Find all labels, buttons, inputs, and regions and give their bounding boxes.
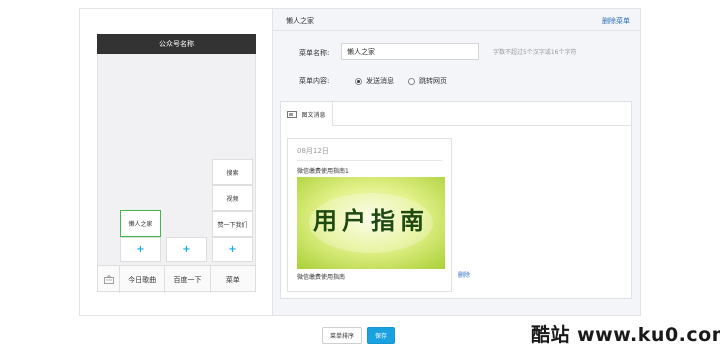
news-title: 微信缴费使用指南1 bbox=[297, 168, 349, 175]
radio-send-label: 发送消息 bbox=[366, 77, 394, 85]
add-submenu-button[interactable]: + bbox=[212, 237, 253, 262]
radio-send-message[interactable]: 发送消息 bbox=[355, 76, 394, 86]
radio-checked-icon[interactable] bbox=[355, 77, 362, 85]
submenu-item-like[interactable]: 赞一下我们 bbox=[212, 211, 253, 237]
news-card[interactable]: 08月12日 微信缴费使用指南1 用户指南 微信缴费使用指南 bbox=[287, 138, 452, 292]
radio-jump-label: 跳转网页 bbox=[419, 77, 447, 85]
news-cover-image: 用户指南 bbox=[297, 177, 445, 269]
settings-title: 懒人之家 bbox=[286, 17, 314, 25]
delete-news-link[interactable]: 删除 bbox=[458, 270, 470, 279]
tab-news[interactable]: 图文消息 bbox=[281, 102, 333, 126]
menu-settings-panel: 懒人之家 删除菜单 菜单名称: 字数不超过5个汉字或16个字符 菜单内容: 发送… bbox=[273, 9, 640, 315]
save-button[interactable]: 保存 bbox=[367, 327, 395, 344]
cover-title-text: 用户指南 bbox=[313, 206, 429, 235]
delete-menu-link[interactable]: 删除菜单 bbox=[602, 16, 630, 26]
watermark: 酷站 www.ku0.com bbox=[531, 324, 720, 346]
news-date: 08月12日 bbox=[297, 147, 329, 155]
content-tabs: 图文消息 bbox=[281, 102, 631, 126]
radio-unchecked-icon[interactable] bbox=[408, 77, 415, 85]
content-panel: 图文消息 08月12日 微信缴费使用指南1 用户指南 微信缴费使用指南 删除 bbox=[280, 101, 632, 299]
news-description: 微信缴费使用指南 bbox=[297, 274, 346, 281]
menu-name-input[interactable] bbox=[341, 43, 479, 60]
phone-preview: 公众号名称 懒人之家 + + 搜索 视频 赞一下我们 + 今日歌曲 百度一下 菜… bbox=[80, 9, 273, 315]
menu-name-hint: 字数不超过5个汉字或16个字符 bbox=[493, 49, 577, 56]
divider bbox=[297, 160, 442, 161]
account-name: 公众号名称 bbox=[97, 34, 256, 54]
menu-sort-button[interactable]: 菜单排序 bbox=[322, 327, 362, 344]
image-text-icon bbox=[287, 110, 298, 118]
add-submenu-button[interactable]: + bbox=[166, 237, 207, 262]
menu-editor: 公众号名称 懒人之家 + + 搜索 视频 赞一下我们 + 今日歌曲 百度一下 菜… bbox=[79, 8, 641, 316]
add-submenu-button[interactable]: + bbox=[120, 237, 161, 262]
settings-header: 懒人之家 删除菜单 bbox=[273, 9, 640, 31]
submenu-item-search[interactable]: 搜索 bbox=[212, 159, 253, 185]
phone-menu-bar: 今日歌曲 百度一下 菜单 bbox=[97, 265, 256, 293]
menu-content-label: 菜单内容: bbox=[299, 77, 330, 85]
menu-tab-baidu[interactable]: 百度一下 bbox=[165, 266, 211, 293]
submenu-item-lanren[interactable]: 懒人之家 bbox=[120, 210, 161, 237]
tab-news-label: 图文消息 bbox=[301, 111, 326, 119]
menu-tab-menu[interactable]: 菜单 bbox=[211, 266, 255, 293]
radio-jump-page[interactable]: 跳转网页 bbox=[408, 76, 447, 86]
menu-name-label: 菜单名称: bbox=[299, 49, 330, 57]
menu-tab-songs[interactable]: 今日歌曲 bbox=[120, 266, 166, 293]
submenu-item-video[interactable]: 视频 bbox=[212, 185, 253, 211]
keyboard-icon[interactable] bbox=[98, 266, 120, 293]
